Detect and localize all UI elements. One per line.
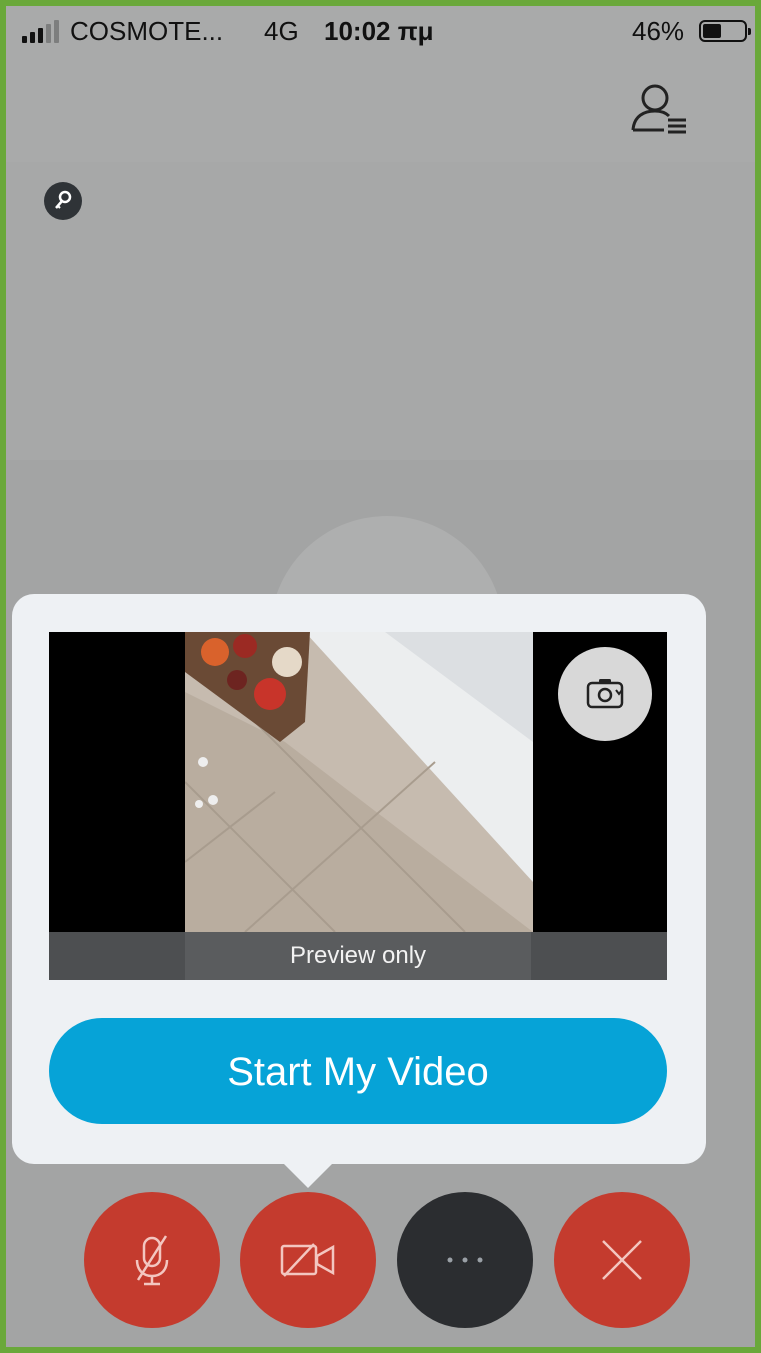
battery-icon	[699, 20, 751, 42]
mute-button[interactable]	[84, 1192, 220, 1328]
caption-shade-left	[49, 932, 185, 980]
microphone-muted-icon	[135, 1235, 169, 1286]
video-off-icon	[280, 1243, 335, 1277]
status-bar: COSMOTE... 4G 10:02 πμ 46%	[0, 0, 761, 64]
caption-shade-right	[531, 932, 667, 980]
lock-icon[interactable]	[44, 182, 82, 220]
status-time: 10:02 πμ	[324, 16, 434, 46]
camera-feed-image	[185, 632, 533, 932]
switch-camera-icon	[586, 679, 624, 709]
start-my-video-button[interactable]: Start My Video	[49, 1018, 667, 1124]
preview-caption: Preview only	[289, 942, 427, 969]
leave-meeting-button[interactable]	[554, 1192, 690, 1328]
popover-pointer	[282, 1162, 334, 1188]
battery-percent: 46%	[632, 16, 685, 46]
meeting-info-area	[0, 162, 761, 460]
video-preview: Preview only	[49, 632, 667, 980]
signal-icon	[22, 20, 59, 43]
video-toggle-button[interactable]	[240, 1192, 376, 1328]
more-options-button[interactable]	[397, 1192, 533, 1328]
more-options-icon	[447, 1257, 483, 1263]
close-icon	[602, 1240, 642, 1280]
switch-camera-button[interactable]	[558, 647, 652, 741]
participants-list-icon[interactable]	[626, 78, 690, 142]
preview-caption-bar: Preview only	[49, 932, 667, 980]
carrier-name: COSMOTE...	[70, 16, 224, 46]
network-type: 4G	[264, 16, 299, 46]
